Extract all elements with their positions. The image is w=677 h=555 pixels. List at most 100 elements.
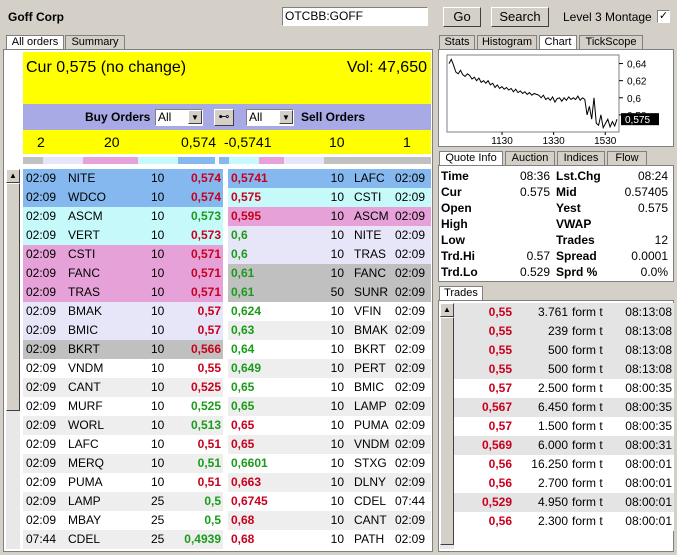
ask-row[interactable]: 0,6745 10 CDEL 07:44 [228, 492, 431, 511]
tab-stats[interactable]: Stats [439, 35, 475, 49]
bid-row[interactable]: 02:09 PUMA 10 0,51 [23, 473, 223, 492]
ask-row[interactable]: 0,61 10 FANC 02:09 [228, 264, 431, 283]
bid-row[interactable]: 02:09 VERT 10 0,573 [23, 226, 223, 245]
trade-row[interactable]: 0,567 6.450 form t 08:00:35 [454, 398, 674, 417]
trade-row[interactable]: 0,57 2.500 form t 08:00:35 [454, 379, 674, 398]
trade-row[interactable]: 0,55 500 form t 08:13:08 [454, 360, 674, 379]
trade-row[interactable]: 0,569 6.000 form t 08:00:31 [454, 436, 674, 455]
bid-row[interactable]: 07:44 CDEL 25 0,4939 [23, 530, 223, 549]
bid-row[interactable]: 02:09 FANC 10 0,571 [23, 264, 223, 283]
bid-row[interactable]: 02:09 MURF 10 0,525 [23, 397, 223, 416]
ask-row[interactable]: 0,663 10 DLNY 02:09 [228, 473, 431, 492]
trade-row[interactable]: 0,56 2.700 form t 08:00:01 [454, 474, 674, 493]
ask-size: 10 [330, 247, 344, 261]
tab-chart[interactable]: Chart [539, 35, 577, 49]
scroll-up-icon[interactable]: ▲ [6, 169, 20, 183]
bid-row[interactable]: 02:09 VNDM 10 0,55 [23, 359, 223, 378]
ask-price: 0,65 [231, 380, 255, 394]
ask-row[interactable]: 0,6 10 TRAS 02:09 [228, 245, 431, 264]
trade-row[interactable]: 0,55 500 form t 08:13:08 [454, 341, 674, 360]
ask-row[interactable]: 0,5741 10 LAFC 02:09 [228, 169, 431, 188]
ask-mm: BMAK [354, 323, 389, 337]
trade-condition: form t [572, 476, 603, 490]
bid-row[interactable]: 02:09 BMIC 10 0,57 [23, 321, 223, 340]
ask-row[interactable]: 0,68 10 PATH 02:09 [228, 530, 431, 549]
tab-flow[interactable]: Flow [607, 151, 647, 165]
bid-row[interactable]: 02:09 LAMP 25 0,5 [23, 492, 223, 511]
bid-time: 02:09 [26, 285, 57, 299]
bid-mm: BMIC [68, 323, 98, 337]
bid-time: 02:09 [26, 323, 57, 337]
ask-row[interactable]: 0,65 10 LAMP 02:09 [228, 397, 431, 416]
scroll-up-icon[interactable]: ▲ [440, 303, 454, 317]
scroll-thumb[interactable] [440, 317, 454, 545]
trade-row[interactable]: 0,56 2.300 form t 08:00:01 [454, 512, 674, 531]
order-book-scrollbar[interactable]: ▲ [6, 169, 20, 549]
bid-time: 02:09 [26, 247, 57, 261]
bid-size: 25 [151, 532, 165, 546]
ask-row[interactable]: 0,65 10 BMIC 02:09 [228, 378, 431, 397]
bid-row[interactable]: 02:09 NITE 10 0,574 [23, 169, 223, 188]
summary-bar: Cur 0,575 (no change) Vol: 47,650 [23, 52, 431, 104]
trade-row[interactable]: 0,529 4.950 form t 08:00:01 [454, 493, 674, 512]
bid-size: 25 [151, 494, 165, 508]
tab-summary[interactable]: Summary [65, 35, 125, 49]
bid-row[interactable]: 02:09 LAFC 10 0,51 [23, 435, 223, 454]
trade-row[interactable]: 0,57 1.500 form t 08:00:35 [454, 417, 674, 436]
bid-row[interactable]: 02:09 BKRT 10 0,566 [23, 340, 223, 359]
bid-price: 0,55 [197, 361, 221, 375]
bid-mm: VNDM [68, 361, 104, 375]
trade-price: 0,56 [488, 514, 512, 528]
bid-row[interactable]: 02:09 TRAS 10 0,571 [23, 283, 223, 302]
bid-row[interactable]: 02:09 MBAY 25 0,5 [23, 511, 223, 530]
ask-row[interactable]: 0,624 10 VFIN 02:09 [228, 302, 431, 321]
tab-histogram[interactable]: Histogram [477, 35, 537, 49]
trade-time: 08:13:08 [625, 362, 672, 376]
bid-row[interactable]: 02:09 CANT 10 0,525 [23, 378, 223, 397]
ask-row[interactable]: 0,65 10 VNDM 02:09 [228, 435, 431, 454]
bid-price: 0,574 [190, 190, 221, 204]
go-button[interactable]: Go [443, 7, 481, 27]
trade-row[interactable]: 0,56 16.250 form t 08:00:01 [454, 455, 674, 474]
ask-row[interactable]: 0,68 10 CANT 02:09 [228, 511, 431, 530]
ask-mm: TRAS [354, 247, 387, 261]
tab-quote-info[interactable]: Quote Info [439, 151, 503, 165]
ask-row[interactable]: 0,61 50 SUNR 02:09 [228, 283, 431, 302]
bid-row[interactable]: 02:09 MERQ 10 0,51 [23, 454, 223, 473]
quote-label: Trd.Hi [441, 249, 476, 263]
ask-row[interactable]: 0,65 10 PUMA 02:09 [228, 416, 431, 435]
search-button[interactable]: Search [491, 7, 549, 27]
ask-row[interactable]: 0,649 10 PERT 02:09 [228, 359, 431, 378]
tab-auction[interactable]: Auction [505, 151, 555, 165]
bid-mm: CANT [68, 380, 101, 394]
link-books-button[interactable]: ⊷ [214, 109, 234, 126]
ask-row[interactable]: 0,64 10 BKRT 02:09 [228, 340, 431, 359]
trades-scrollbar[interactable]: ▲ [440, 303, 454, 549]
tab-trades[interactable]: Trades [439, 286, 483, 300]
tab-tickscope[interactable]: TickScope [579, 35, 643, 49]
bid-row[interactable]: 02:09 ASCM 10 0,573 [23, 207, 223, 226]
ask-row[interactable]: 0,63 10 BMAK 02:09 [228, 321, 431, 340]
ask-row[interactable]: 0,595 10 ASCM 02:09 [228, 207, 431, 226]
ask-price: 0,595 [231, 209, 262, 223]
ask-row[interactable]: 0,6 10 NITE 02:09 [228, 226, 431, 245]
bid-row[interactable]: 02:09 WDCO 10 0,574 [23, 188, 223, 207]
buy-filter-select[interactable]: All ▼ [155, 109, 203, 126]
quote-row: Time 08:36 Lst.Chg 08:24 [439, 168, 674, 184]
scroll-thumb[interactable] [6, 183, 20, 411]
bid-row[interactable]: 02:09 WORL 10 0,513 [23, 416, 223, 435]
ask-mm: PATH [354, 532, 385, 546]
ask-price: 0,6 [231, 228, 248, 242]
sell-filter-select[interactable]: All ▼ [246, 109, 294, 126]
bid-row[interactable]: 02:09 CSTI 10 0,571 [23, 245, 223, 264]
symbol-input[interactable]: OTCBB:GOFF [282, 7, 428, 26]
trade-row[interactable]: 0,55 239 form t 08:13:08 [454, 322, 674, 341]
ask-row[interactable]: 0,575 10 CSTI 02:09 [228, 188, 431, 207]
tab-all-orders[interactable]: All orders [6, 35, 64, 49]
trade-row[interactable]: 0,55 3.761 form t 08:13:08 [454, 303, 674, 322]
bid-row[interactable]: 02:09 BMAK 10 0,57 [23, 302, 223, 321]
montage-checkbox[interactable]: ✓ [657, 10, 670, 23]
tab-indices[interactable]: Indices [557, 151, 605, 165]
ask-row[interactable]: 0,6601 10 STXG 02:09 [228, 454, 431, 473]
ask-size: 10 [330, 342, 344, 356]
